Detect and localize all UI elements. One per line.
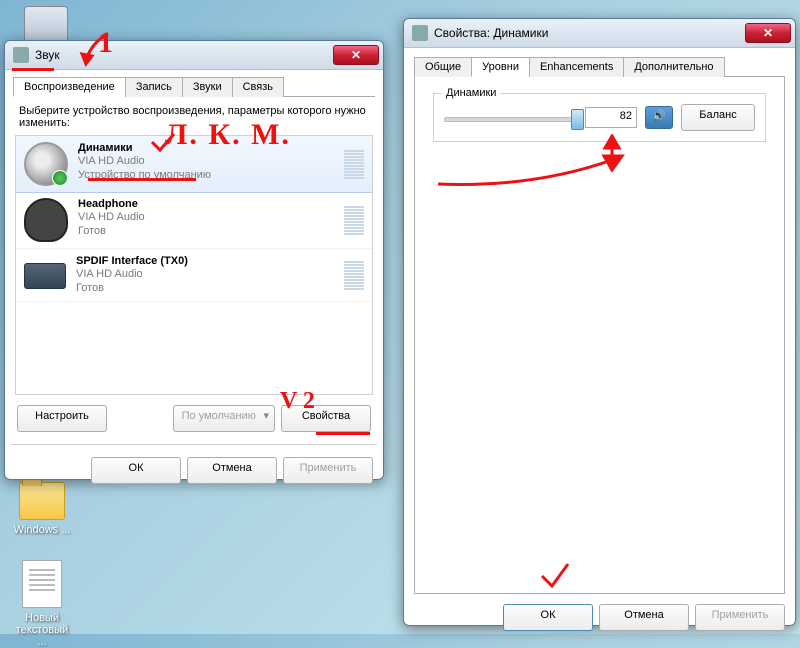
balance-button[interactable]: Баланс xyxy=(681,104,755,131)
titlebar[interactable]: Звук ✕ xyxy=(5,41,383,70)
device-status: Устройство по умолчанию xyxy=(78,168,344,182)
volume-slider[interactable] xyxy=(444,107,577,129)
device-item-spdif[interactable]: SPDIF Interface (TX0) VIA HD Audio Готов xyxy=(16,249,372,302)
mute-button[interactable]: 🔊 xyxy=(645,106,673,129)
properties-window: Свойства: Динамики ✕ Общие Уровни Enhanc… xyxy=(403,18,796,626)
spdif-icon xyxy=(24,263,66,289)
window-title: Свойства: Динамики xyxy=(434,26,745,40)
tab-general[interactable]: Общие xyxy=(414,57,472,77)
tab-communications[interactable]: Связь xyxy=(232,77,284,97)
apply-button[interactable]: Применить xyxy=(283,457,373,484)
group-label: Динамики xyxy=(442,87,500,99)
device-item-headphone[interactable]: Headphone VIA HD Audio Готов xyxy=(16,192,372,249)
speaker-app-icon xyxy=(13,47,29,63)
apply-button[interactable]: Применить xyxy=(695,604,785,631)
tab-recording[interactable]: Запись xyxy=(125,77,183,97)
tab-enhancements[interactable]: Enhancements xyxy=(529,57,624,77)
close-button[interactable]: ✕ xyxy=(745,23,791,43)
level-meter xyxy=(344,255,364,295)
device-status: Готов xyxy=(76,281,344,295)
ok-button[interactable]: ОК xyxy=(503,604,593,631)
device-status: Готов xyxy=(78,224,344,238)
instruction-text: Выберите устройство воспроизведения, пар… xyxy=(5,97,383,135)
speaker-icon: ✓ xyxy=(24,142,68,186)
volume-value[interactable]: 82 xyxy=(585,107,637,128)
close-button[interactable]: ✕ xyxy=(333,45,379,65)
window-title: Звук xyxy=(35,48,333,62)
ok-button[interactable]: ОК xyxy=(91,457,181,484)
tab-sounds[interactable]: Звуки xyxy=(182,77,233,97)
volume-group: Динамики 82 🔊 Баланс xyxy=(433,93,766,142)
titlebar[interactable]: Свойства: Динамики ✕ xyxy=(404,19,795,48)
device-driver: VIA HD Audio xyxy=(78,154,344,168)
tab-playback[interactable]: Воспроизведение xyxy=(13,77,126,97)
textfile-icon xyxy=(22,560,62,608)
configure-button[interactable]: Настроить xyxy=(17,405,107,432)
device-item-speakers[interactable]: ✓ Динамики VIA HD Audio Устройство по ум… xyxy=(15,135,373,193)
cancel-button[interactable]: Отмена xyxy=(187,457,277,484)
level-meter xyxy=(344,198,364,242)
device-driver: VIA HD Audio xyxy=(78,210,344,224)
level-meter xyxy=(344,142,364,186)
desktop-icon-label: Новый текстовый ... xyxy=(10,612,74,648)
desktop-icon-label: Windows ... xyxy=(10,524,74,536)
device-list: ✓ Динамики VIA HD Audio Устройство по ум… xyxy=(15,135,373,395)
tab-advanced[interactable]: Дополнительно xyxy=(623,57,724,77)
headphone-icon xyxy=(24,198,68,242)
device-name: Динамики xyxy=(78,142,344,154)
properties-button[interactable]: Свойства xyxy=(281,405,371,432)
device-name: Headphone xyxy=(78,198,344,210)
sound-window: Звук ✕ Воспроизведение Запись Звуки Связ… xyxy=(4,40,384,480)
tab-levels[interactable]: Уровни xyxy=(471,57,530,77)
cancel-button[interactable]: Отмена xyxy=(599,604,689,631)
device-driver: VIA HD Audio xyxy=(76,267,344,281)
default-check-icon: ✓ xyxy=(52,170,68,186)
set-default-dropdown[interactable]: По умолчанию xyxy=(173,405,275,432)
tabs: Воспроизведение Запись Звуки Связь xyxy=(13,76,375,97)
device-name: SPDIF Interface (TX0) xyxy=(76,255,344,267)
speaker-app-icon xyxy=(412,25,428,41)
desktop-textfile[interactable]: Новый текстовый ... xyxy=(10,560,74,648)
